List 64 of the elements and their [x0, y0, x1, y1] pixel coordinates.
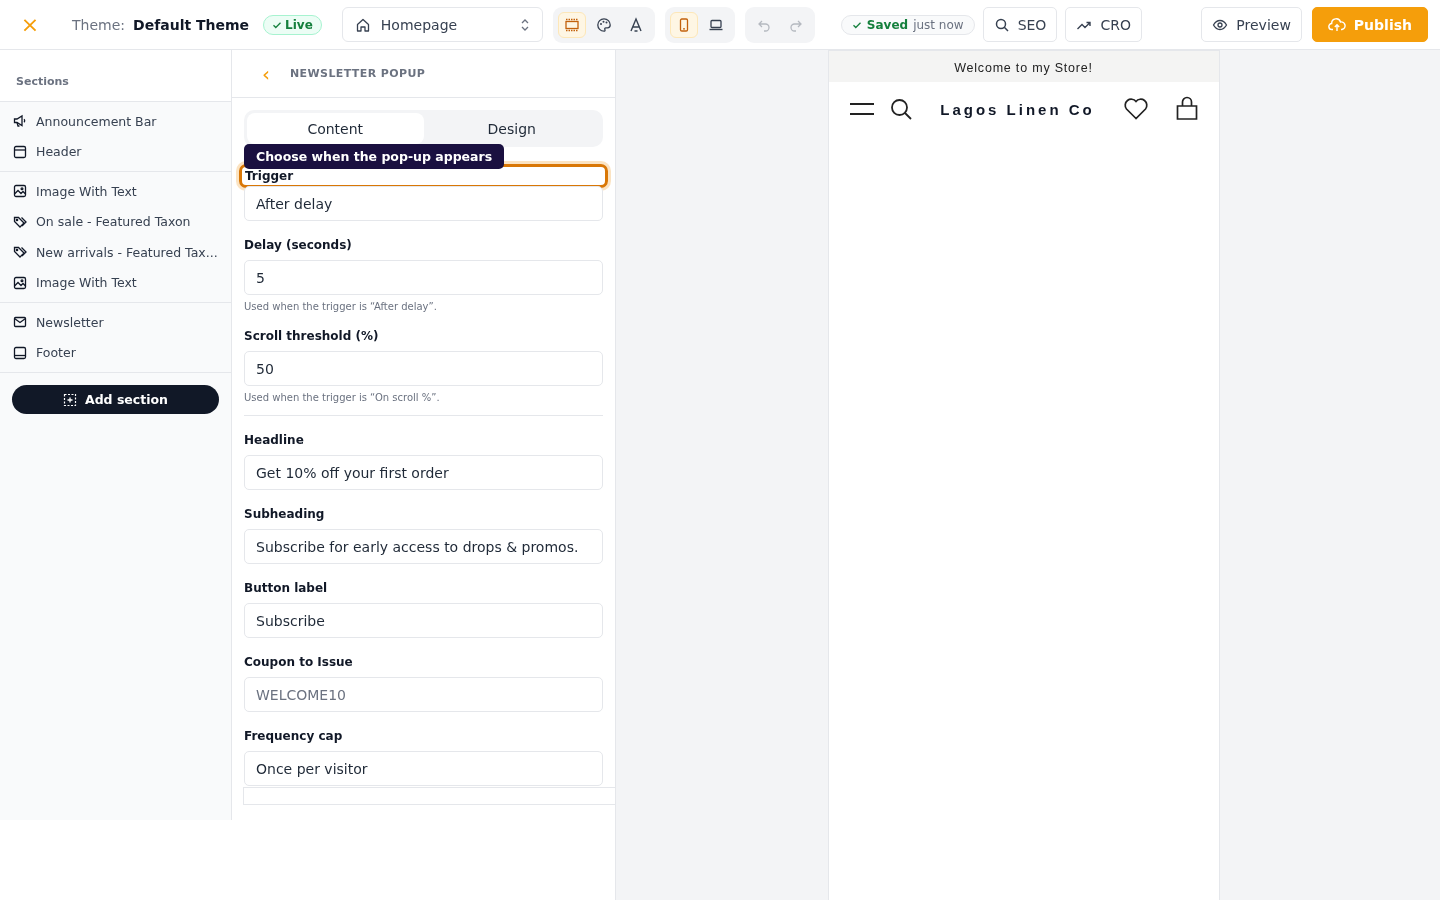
section-item[interactable]: Header — [0, 136, 231, 167]
help-text: Used when the trigger is “On scroll %”. — [244, 392, 441, 403]
tab[interactable]: Design — [423, 113, 600, 144]
typography-icon — [627, 16, 644, 33]
header-icon — [13, 144, 27, 159]
live-badge: Live — [263, 14, 322, 35]
sections-tool-button[interactable] — [557, 11, 586, 38]
input-field[interactable]: WELCOME10 — [244, 677, 603, 712]
page-select[interactable]: Homepage — [341, 7, 543, 42]
theme-label: Theme: — [72, 16, 125, 33]
section-item[interactable]: Footer — [0, 337, 231, 368]
megaphone-icon — [13, 114, 27, 129]
section-item[interactable]: Image With Text — [0, 267, 231, 298]
input-field[interactable]: Subscribe — [244, 603, 603, 638]
section-item[interactable]: Announcement Bar — [0, 106, 231, 137]
tab[interactable]: Content — [247, 113, 424, 144]
seo-button[interactable]: SEO — [982, 7, 1058, 42]
field-label: Scroll threshold (%) — [244, 329, 380, 343]
chevron-updown-icon — [519, 17, 530, 32]
store-name[interactable]: Lagos Linen Co — [926, 100, 1109, 118]
footer-icon — [13, 345, 27, 360]
mobile-view-button[interactable] — [669, 11, 698, 38]
image-icon — [13, 184, 27, 199]
input-field[interactable]: After delay — [244, 186, 603, 221]
shopping-bag-icon[interactable] — [1174, 96, 1199, 122]
field-label: Button label — [244, 581, 329, 595]
input-field[interactable]: 50 — [244, 351, 603, 386]
search-icon[interactable] — [888, 97, 913, 121]
tooltip: Choose when the pop-up appears — [244, 144, 505, 169]
mail-icon — [13, 315, 27, 330]
panel-title: NEWSLETTER POPUP — [290, 67, 426, 80]
field-label: Frequency cap — [244, 729, 344, 743]
input-field[interactable]: Subscribe for early access to drops & promos. — [244, 529, 603, 564]
palette-icon — [595, 16, 612, 33]
layout-icon — [563, 16, 580, 33]
sidebar-title: Sections — [0, 50, 231, 102]
search-icon — [993, 16, 1010, 33]
section-item[interactable]: Newsletter — [0, 307, 231, 338]
home-icon — [354, 16, 371, 33]
input-field[interactable]: Get 10% off your first order — [244, 455, 603, 490]
tag-icon — [13, 214, 27, 229]
field-label: Delay (seconds) — [244, 238, 353, 252]
heart-icon[interactable] — [1122, 97, 1149, 121]
theme-name: Default Theme — [133, 16, 250, 33]
section-item[interactable]: New arrivals - Featured Tax... — [0, 237, 231, 268]
field-label: Coupon to Issue — [244, 655, 354, 669]
announcement-bar: Welcome to my Store! — [828, 51, 1219, 82]
add-section-icon — [63, 392, 77, 407]
input-field[interactable]: 5 — [244, 260, 603, 295]
cloud-upload-icon — [1327, 16, 1346, 33]
section-item[interactable]: On sale - Featured Taxon — [0, 206, 231, 237]
field-label: Subheading — [244, 507, 326, 521]
preview-button[interactable]: Preview — [1201, 7, 1302, 42]
input-field[interactable]: Once per visitor — [244, 751, 603, 786]
add-section-button[interactable]: Add section — [12, 385, 219, 414]
section-item[interactable]: Image With Text — [0, 176, 231, 207]
help-text: Used when the trigger is “After delay”. — [244, 301, 438, 312]
cro-button[interactable]: CRO — [1065, 7, 1142, 42]
saved-label: Saved — [866, 17, 909, 32]
menu-icon[interactable] — [848, 100, 875, 118]
image-icon — [13, 275, 27, 290]
tag-icon — [13, 245, 27, 260]
saved-time: just now — [913, 17, 964, 32]
field-label: Headline — [244, 433, 305, 447]
